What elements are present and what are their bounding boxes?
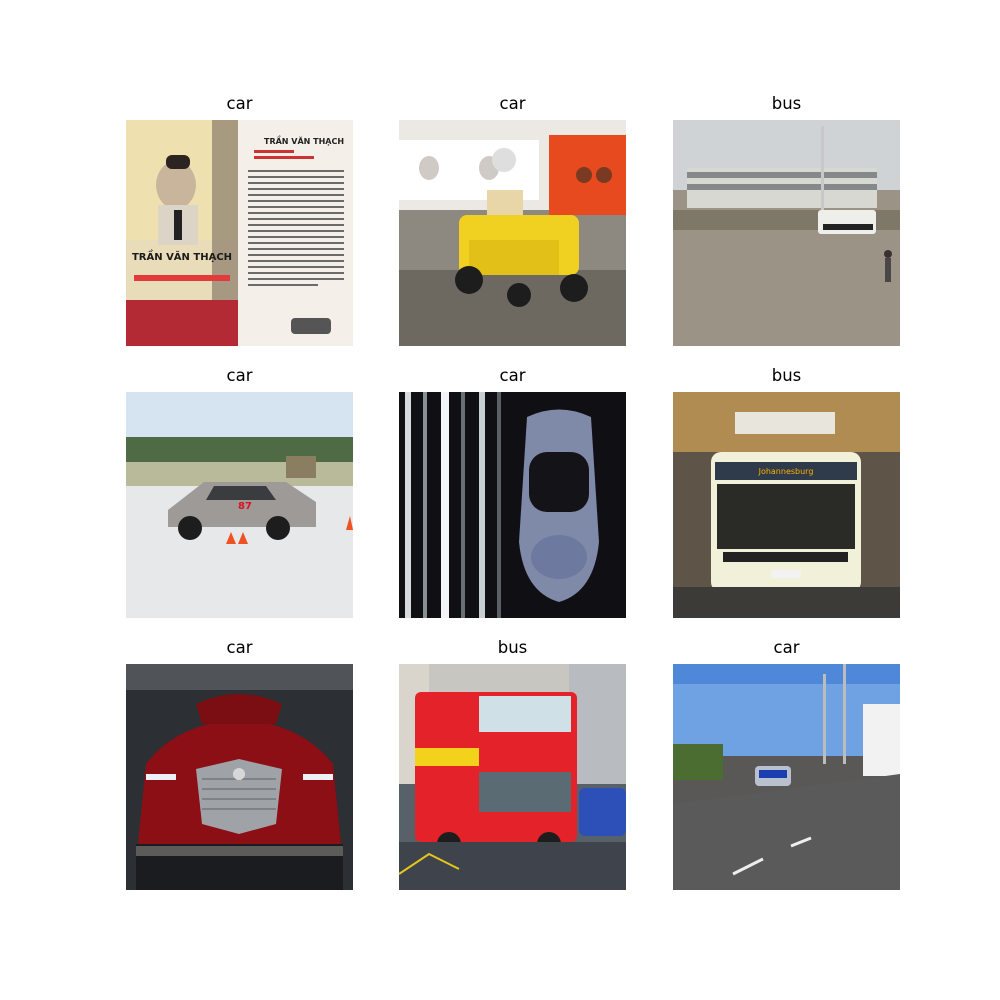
image-double-decker-bus [399,664,626,890]
image-label: bus [497,638,528,657]
image-bus-terminal [673,120,900,346]
image-book-cover: TRẦN VĂN THẠCH TRẦN VĂN THẠCH [126,120,353,346]
image-label: car [226,366,253,385]
image-label: car [226,94,253,113]
image-electric-bus: Johannesburg [673,392,900,618]
image-race-car: 87 [126,392,353,618]
image-label: bus [771,94,802,113]
image-label: bus [771,366,802,385]
image-label: car [773,638,800,657]
image-label: car [226,638,253,657]
image-label: car [499,94,526,113]
image-label: car [499,366,526,385]
image-go-kart [399,120,626,346]
image-red-concept-car [126,664,353,890]
image-road-scene [673,664,900,890]
race-number: 87 [238,501,252,512]
image-sports-car-top-view [399,392,626,618]
cover-title: TRẦN VĂN THẠCH [132,249,232,263]
destination-sign: Johannesburg [758,467,814,476]
